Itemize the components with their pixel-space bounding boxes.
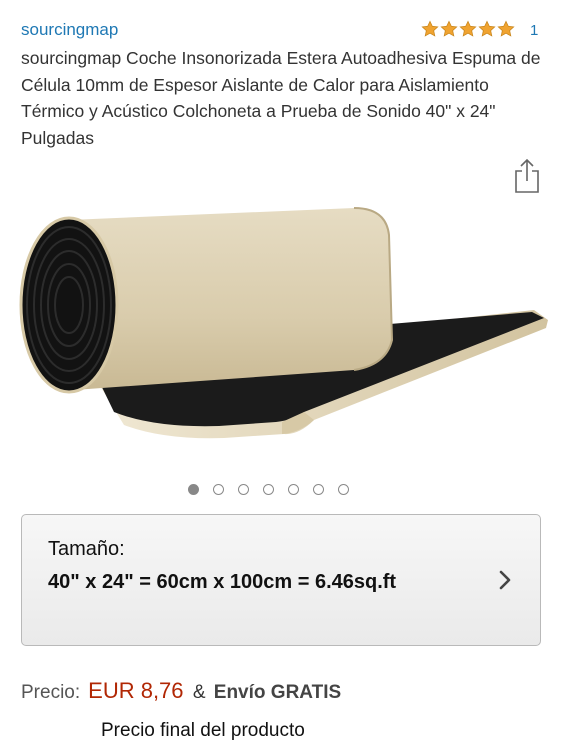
star-icon	[440, 20, 458, 37]
size-selector[interactable]: Tamaño: 40" x 24" = 60cm x 100cm = 6.46s…	[21, 514, 541, 646]
star-icon	[478, 20, 496, 37]
carousel-dot-active[interactable]	[188, 484, 199, 495]
star-icon	[459, 20, 477, 37]
product-image[interactable]	[14, 190, 550, 452]
rating-stars[interactable]	[421, 20, 515, 38]
star-icon	[497, 20, 515, 37]
review-count[interactable]: 1	[530, 22, 538, 39]
price-row: Precio: EUR 8,76 & Envío GRATIS	[21, 678, 341, 704]
free-shipping-link[interactable]: Envío GRATIS	[214, 682, 341, 703]
price-value: EUR 8,76	[88, 678, 184, 703]
price-label: Precio:	[21, 682, 81, 703]
carousel-dot[interactable]	[338, 484, 349, 495]
carousel-dot[interactable]	[263, 484, 274, 495]
price-ampersand: &	[192, 682, 206, 703]
brand-link[interactable]: sourcingmap	[21, 20, 118, 40]
size-value: 40" x 24" = 60cm x 100cm = 6.46sq.ft	[48, 571, 397, 593]
star-icon	[421, 20, 439, 37]
carousel-dot[interactable]	[213, 484, 224, 495]
chevron-right-icon	[499, 570, 511, 590]
final-price-note: Precio final del producto	[101, 720, 305, 741]
carousel-dot[interactable]	[288, 484, 299, 495]
carousel-indicator[interactable]	[188, 484, 349, 495]
share-icon[interactable]	[513, 158, 541, 194]
carousel-dot[interactable]	[313, 484, 324, 495]
product-title: sourcingmap Coche Insonorizada Estera Au…	[21, 48, 541, 148]
size-label: Tamaño:	[48, 538, 125, 560]
carousel-dot[interactable]	[238, 484, 249, 495]
